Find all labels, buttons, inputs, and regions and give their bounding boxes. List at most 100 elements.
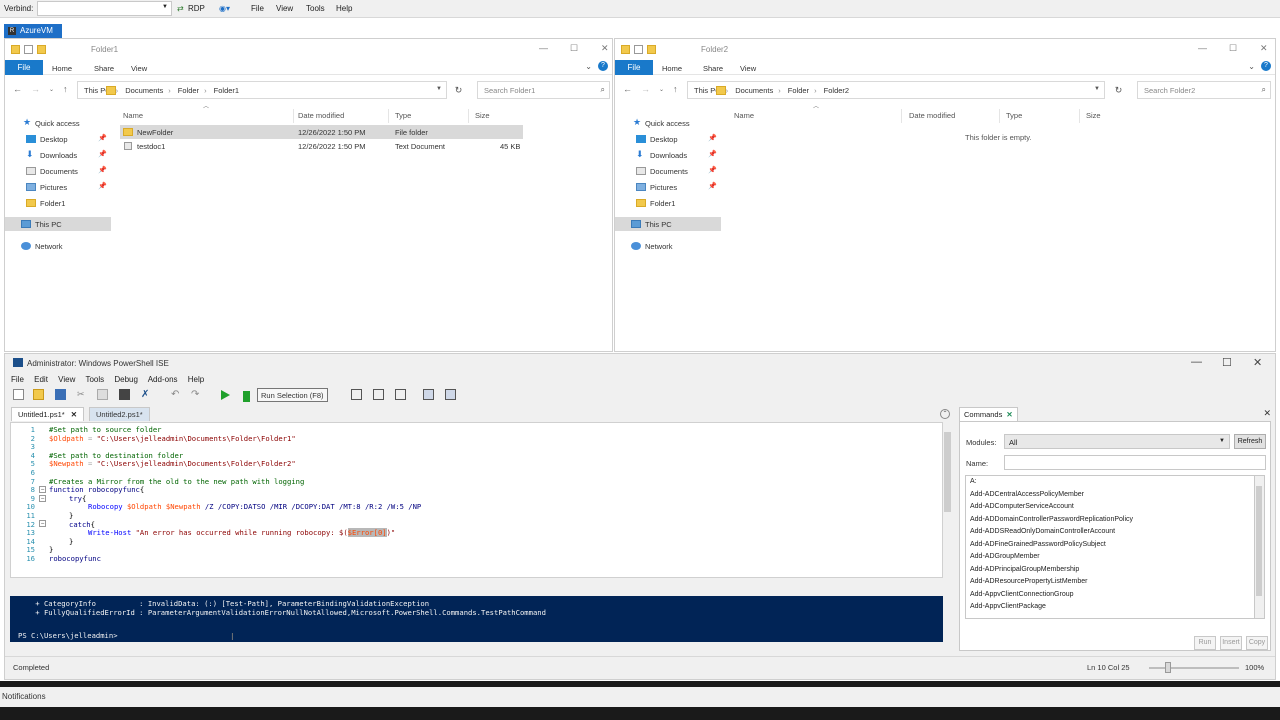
nav-folder1[interactable]: Folder1 [5, 196, 111, 210]
column-name[interactable]: Name [734, 111, 754, 120]
undo-icon[interactable]: ↶ [171, 389, 182, 400]
nav-documents[interactable]: Documents 📌 [5, 164, 111, 178]
rdp-icon[interactable]: ⇄ [177, 4, 184, 13]
paste-icon[interactable] [119, 389, 130, 400]
list-item[interactable]: Add-ADDomainControllerPasswordReplicatio… [970, 516, 1133, 523]
pin-icon[interactable]: 📌 [708, 166, 717, 174]
back-arrow-icon[interactable]: ← [623, 84, 632, 94]
refresh-icon[interactable]: ↻ [1110, 82, 1127, 98]
run-script-icon[interactable] [221, 390, 230, 400]
tab-file[interactable]: File [615, 60, 653, 75]
pin-icon[interactable]: 📌 [98, 134, 107, 142]
tab-share[interactable]: Share [94, 64, 114, 73]
list-item[interactable]: A: [970, 478, 977, 485]
help-icon[interactable]: ? [1261, 61, 1271, 71]
zoom-slider-track[interactable] [1149, 667, 1239, 669]
open-folder-icon[interactable] [33, 389, 44, 400]
nav-desktop[interactable]: Desktop 📌 [615, 132, 721, 146]
up-arrow-icon[interactable]: ↑ [63, 84, 68, 94]
minimize-icon[interactable]: — [1198, 43, 1207, 53]
tab-untitled1[interactable]: Untitled1.ps1* ✕ [11, 407, 84, 421]
tab-view[interactable]: View [131, 64, 147, 73]
list-item[interactable]: Add-AppvClientConnectionGroup [970, 591, 1074, 598]
nav-network[interactable]: Network [615, 239, 721, 253]
nav-quick-access[interactable]: ★ Quick access [615, 116, 721, 130]
menu-file[interactable]: File [11, 375, 24, 384]
recent-chevron-icon[interactable]: ⌄ [659, 86, 664, 93]
close-icon[interactable]: ✕ [71, 410, 77, 419]
menu-tools[interactable]: Tools [85, 375, 104, 384]
menu-edit[interactable]: Edit [34, 375, 48, 384]
column-type[interactable]: Type [1006, 111, 1022, 120]
close-icon[interactable]: ✕ [1253, 356, 1262, 369]
maximize-icon[interactable]: ☐ [570, 43, 578, 54]
copy-button[interactable]: Copy [1246, 636, 1268, 650]
file-row[interactable]: testdoc1 12/26/2022 1:50 PM Text Documen… [120, 139, 523, 153]
breadcrumb-item[interactable]: Folder [788, 86, 809, 95]
insert-button[interactable]: Insert [1220, 636, 1242, 650]
pin-icon[interactable]: 📌 [98, 166, 107, 174]
nav-documents[interactable]: Documents 📌 [615, 164, 721, 178]
menu-debug[interactable]: Debug [114, 375, 138, 384]
address-bar[interactable]: This PC › Documents › Folder › Folder2 ▼ [687, 81, 1105, 99]
new-folder-icon[interactable] [37, 45, 46, 55]
show-command-addon-icon[interactable] [445, 389, 456, 400]
nav-this-pc[interactable]: This PC [5, 217, 111, 231]
show-script-pane-top-icon[interactable] [351, 389, 362, 400]
pin-icon[interactable]: 📌 [708, 134, 717, 142]
list-item[interactable]: Add-ADGroupMember [970, 553, 1040, 560]
run-selection-icon[interactable] [243, 391, 250, 402]
chevron-down-icon[interactable]: ⌄ [1248, 62, 1255, 71]
collapse-script-pane-icon[interactable]: ⌃ [940, 409, 950, 419]
up-arrow-icon[interactable]: ↑ [673, 84, 678, 94]
breadcrumb-item[interactable]: Folder1 [214, 86, 239, 95]
clear-console-icon[interactable]: ✗ [141, 389, 152, 400]
fold-toggle-icon[interactable]: − [39, 520, 46, 527]
refresh-icon[interactable]: ↻ [450, 82, 467, 98]
properties-icon[interactable] [24, 45, 33, 55]
modules-select[interactable]: All ▼ [1004, 434, 1230, 449]
column-size[interactable]: Size [475, 111, 490, 120]
minimize-icon[interactable]: — [539, 43, 548, 53]
list-item[interactable]: Add-ADFineGrainedPasswordPolicySubject [970, 541, 1106, 548]
maximize-icon[interactable]: ☐ [1229, 43, 1237, 54]
pin-icon[interactable]: 📌 [708, 150, 717, 158]
close-icon[interactable]: ✕ [1260, 43, 1268, 54]
editor-scrollbar[interactable] [943, 422, 952, 578]
column-type[interactable]: Type [395, 111, 411, 120]
search-input[interactable]: Search Folder1 ⌕ [477, 81, 610, 99]
close-icon[interactable]: ✕ [1006, 410, 1012, 419]
chevron-down-icon[interactable]: ▼ [1094, 86, 1100, 92]
nav-this-pc[interactable]: This PC [615, 217, 721, 231]
column-date-modified[interactable]: Date modified [909, 111, 955, 120]
menu-help[interactable]: Help [188, 375, 204, 384]
tab-untitled2[interactable]: Untitled2.ps1* [89, 407, 150, 421]
fold-toggle-icon[interactable]: − [39, 486, 46, 493]
column-date-modified[interactable]: Date modified [298, 111, 344, 120]
tab-view[interactable]: View [740, 64, 756, 73]
console-scrollbar[interactable] [943, 596, 952, 642]
cut-icon[interactable]: ✂ [77, 389, 88, 400]
help-icon[interactable]: ? [598, 61, 608, 71]
menu-add-ons[interactable]: Add-ons [148, 375, 178, 384]
close-pane-icon[interactable]: ✕ [1263, 408, 1271, 419]
list-item[interactable]: Add-ADCentralAccessPolicyMember [970, 491, 1084, 498]
tab-file[interactable]: File [5, 60, 43, 75]
tab-commands[interactable]: Commands ✕ [959, 407, 1018, 421]
run-button[interactable]: Run [1194, 636, 1216, 650]
back-arrow-icon[interactable]: ← [13, 84, 22, 94]
name-filter-input[interactable] [1004, 455, 1266, 470]
maximize-icon[interactable]: ☐ [1222, 356, 1232, 369]
nav-network[interactable]: Network [5, 239, 111, 253]
recent-chevron-icon[interactable]: ⌄ [49, 86, 54, 93]
list-item[interactable]: Add-ADResourcePropertyListMember [970, 578, 1088, 585]
commands-list-scrollbar[interactable] [1255, 475, 1265, 619]
chevron-down-icon[interactable]: ▼ [162, 4, 168, 10]
verbind-input[interactable]: ▼ [37, 1, 172, 16]
chevron-down-icon[interactable]: ⌄ [585, 62, 592, 71]
nav-pictures[interactable]: Pictures 📌 [615, 180, 721, 194]
new-file-icon[interactable] [13, 389, 24, 400]
vm-tab[interactable]: R AzureVM [4, 24, 62, 38]
breadcrumb-item[interactable]: Folder [178, 86, 199, 95]
show-script-pane-maximized-icon[interactable] [395, 389, 406, 400]
